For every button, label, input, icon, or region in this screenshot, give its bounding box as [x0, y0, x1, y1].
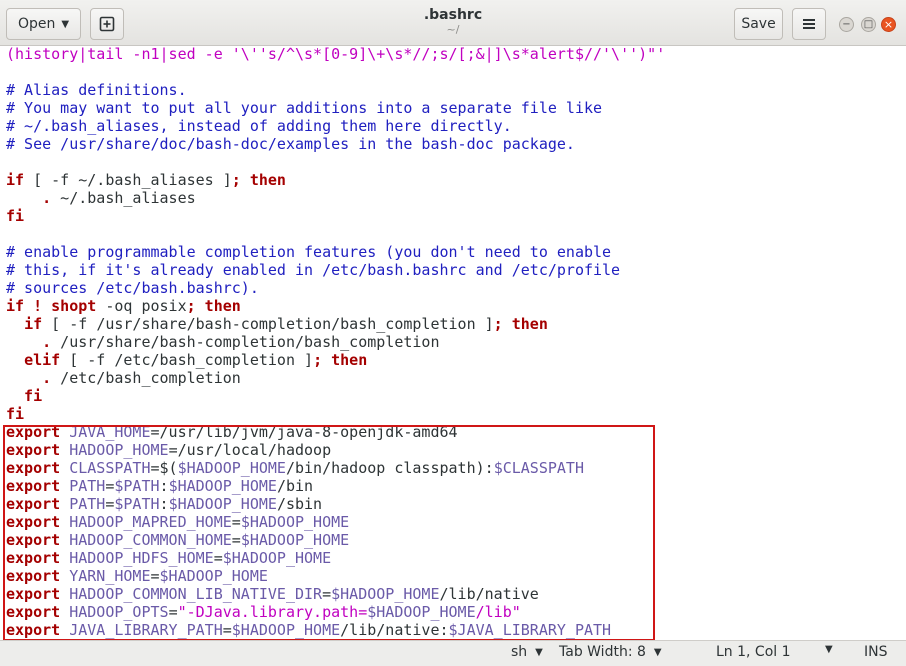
code-line: # Alias definitions.: [6, 81, 665, 99]
tab-width-selector[interactable]: Tab Width: 8 ▼: [559, 644, 662, 660]
code-token: then: [249, 171, 286, 189]
code-line: if ! shopt -oq posix; then: [6, 297, 665, 315]
code-line: elif [ -f /etc/bash_completion ]; then: [6, 351, 665, 369]
language-selector[interactable]: sh ▼: [511, 644, 543, 660]
window-title-block: .bashrc ~/: [380, 6, 526, 36]
code-token: # this, if it's already enabled in /etc/…: [6, 261, 621, 279]
code-line: # See /usr/share/doc/bash-doc/examples i…: [6, 135, 665, 153]
new-tab-button[interactable]: [90, 8, 124, 40]
code-line: # this, if it's already enabled in /etc/…: [6, 261, 665, 279]
new-tab-icon: [99, 16, 115, 32]
code-token: fi: [6, 207, 25, 225]
code-token: # enable programmable completion feature…: [6, 243, 612, 261]
code-token: elif: [24, 351, 61, 369]
maximize-button[interactable]: □: [861, 17, 876, 32]
code-line: . ~/.bash_aliases: [6, 189, 665, 207]
code-line: . /usr/share/bash-completion/bash_comple…: [6, 333, 665, 351]
menu-button[interactable]: [792, 8, 826, 40]
code-line: # enable programmable completion feature…: [6, 243, 665, 261]
code-token: (history|tail -n1|sed -e '\''s/^\s*[0-9]…: [6, 46, 666, 63]
code-token: /usr/share/bash-completion/bash_completi…: [96, 315, 494, 333]
open-button[interactable]: Open ▼: [6, 8, 81, 40]
code-token: ; then: [313, 351, 368, 369]
close-button[interactable]: ×: [881, 17, 896, 32]
cursor-position-dropdown[interactable]: ▼: [825, 644, 833, 655]
code-token: # Alias definitions.: [6, 81, 187, 99]
minimize-button[interactable]: −: [839, 17, 854, 32]
code-token: /usr/share/bash-completion/bash_completi…: [51, 333, 440, 351]
code-line: if [ -f ~/.bash_aliases ]; then: [6, 171, 665, 189]
code-token: /etc/bash_completion: [51, 369, 241, 387]
code-line: if [ -f /usr/share/bash-completion/bash_…: [6, 315, 665, 333]
code-token: ; then: [186, 297, 241, 315]
language-label: sh: [511, 644, 528, 660]
code-token: .: [42, 369, 52, 387]
cursor-position-selector[interactable]: Ln 1, Col 1: [716, 644, 791, 660]
cursor-position-label: Ln 1, Col 1: [716, 644, 791, 660]
code-line: fi: [6, 405, 665, 423]
text-editor[interactable]: (history|tail -n1|sed -e '\''s/^\s*[0-9]…: [0, 46, 906, 640]
chevron-down-icon: ▼: [653, 646, 662, 658]
maximize-icon: □: [863, 18, 874, 30]
save-button-label: Save: [741, 16, 776, 32]
code-token: [ -f: [60, 351, 115, 369]
chevron-down-icon: ▼: [61, 18, 70, 30]
close-icon: ×: [883, 17, 894, 31]
code-line: . /etc/bash_completion: [6, 369, 665, 387]
chevron-down-icon: ▼: [825, 644, 833, 655]
code-token: /etc/bash_completion ]: [114, 351, 314, 369]
tab-width-label: Tab Width: 8: [559, 644, 646, 660]
code-token: .: [42, 333, 52, 351]
chevron-down-icon: ▼: [535, 646, 543, 658]
hamburger-menu-icon: [803, 19, 815, 29]
insert-mode-indicator[interactable]: INS: [864, 644, 888, 660]
code-token: [ -f: [42, 315, 97, 333]
code-token: # sources /etc/bash.bashrc).: [6, 279, 259, 297]
code-token: fi: [6, 387, 43, 405]
code-token: ;: [231, 171, 250, 189]
status-bar: sh ▼ Tab Width: 8 ▼ Ln 1, Col 1 ▼ INS: [0, 640, 906, 666]
code-line: # ~/.bash_aliases, instead of adding the…: [6, 117, 665, 135]
highlight-box: [3, 425, 655, 640]
code-token: [ -f ~/.bash_aliases ]: [24, 171, 232, 189]
code-token: if: [24, 315, 43, 333]
code-token: ; then: [493, 315, 548, 333]
insert-mode-label: INS: [864, 644, 888, 660]
code-token: # You may want to put all your additions…: [6, 99, 603, 117]
code-token: if: [6, 171, 25, 189]
code-token: .: [42, 189, 52, 207]
code-token: # See /usr/share/doc/bash-doc/examples i…: [6, 135, 575, 153]
window-subtitle: ~/: [446, 23, 460, 36]
save-button[interactable]: Save: [734, 8, 783, 40]
code-token: if ! shopt: [6, 297, 97, 315]
header-bar: Open ▼ .bashrc ~/ Save − □ ×: [0, 0, 906, 46]
code-token: ~/.bash_aliases: [51, 189, 196, 207]
code-line: (history|tail -n1|sed -e '\''s/^\s*[0-9]…: [6, 46, 665, 63]
code-line: fi: [6, 207, 665, 225]
code-token: # ~/.bash_aliases, instead of adding the…: [6, 117, 512, 135]
code-token: -oq posix: [96, 297, 187, 315]
open-button-label: Open: [17, 16, 56, 32]
code-token: fi: [6, 405, 25, 423]
code-line: # sources /etc/bash.bashrc).: [6, 279, 665, 297]
window-title: .bashrc: [423, 7, 483, 23]
code-line: fi: [6, 387, 665, 405]
code-line: # You may want to put all your additions…: [6, 99, 665, 117]
minimize-icon: −: [842, 18, 851, 30]
